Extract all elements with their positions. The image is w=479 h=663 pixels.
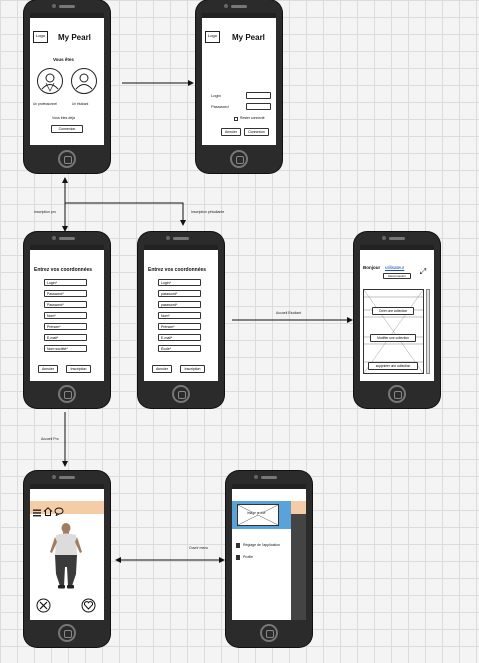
logo: Logo	[33, 31, 48, 43]
form-field-input[interactable]: Nom*	[158, 312, 201, 319]
screen-student-home: Bonjour utilisateur Déconnexion ⤢ Créer …	[360, 245, 434, 381]
phone-register-pro: Entrez vos coordonnées Login* Password* Pa…	[24, 232, 110, 408]
form-field-input[interactable]: Nom société*	[44, 345, 87, 352]
login-input[interactable]	[246, 92, 271, 99]
model-photo	[44, 522, 88, 590]
menu-item-settings[interactable]: Réglage de l'application	[243, 543, 280, 548]
home-button[interactable]	[172, 385, 190, 403]
app-title: My Pearl	[58, 33, 91, 42]
home-button[interactable]	[58, 385, 76, 403]
home-button[interactable]	[230, 150, 248, 168]
screen-home: Logo My Pearl Vous êtes Un professionnel…	[30, 13, 104, 145]
screen-register-pro: Entrez vos coordonnées Login* Password* Pa…	[30, 245, 104, 381]
label-accueil-etudiant: Accueil Etudiant	[276, 311, 302, 315]
avatar[interactable]: ⤢	[417, 266, 429, 278]
greeting: Bonjour	[363, 265, 381, 270]
profile-image-label: Image profile	[247, 511, 266, 516]
cancel-button[interactable]: Annuler	[38, 365, 58, 373]
heading: Entrez vos coordonnées	[148, 267, 207, 273]
edit-collection-button[interactable]: Modifier une collection	[370, 334, 416, 342]
form-field-input[interactable]: Password*	[44, 290, 87, 297]
phone-menu: Image profile Réglage de l'application P…	[226, 471, 312, 647]
home-button[interactable]	[388, 385, 406, 403]
pro-label: Un professionnel	[33, 102, 57, 106]
login-label: Login	[211, 93, 221, 98]
heading: Entrez vos coordonnées	[34, 267, 93, 273]
form-field-input[interactable]: password*	[158, 290, 201, 297]
cancel-button[interactable]: Annuler	[152, 365, 172, 373]
form-field-input[interactable]: password*	[158, 301, 201, 308]
underlying-page-peach	[291, 501, 306, 514]
screen-register-student: Entrez vos coordonnées Login* password* pa…	[144, 245, 218, 381]
scrollbar[interactable]	[426, 289, 430, 374]
submit-button[interactable]: Inscription	[180, 365, 205, 373]
remember-checkbox[interactable]	[234, 117, 238, 121]
student-label: Un étudiant	[72, 102, 89, 106]
already-label: Vous êtes déjà	[52, 116, 75, 120]
form-field-input[interactable]: Login*	[44, 279, 87, 286]
header-bar	[30, 501, 104, 514]
home-button[interactable]	[260, 624, 278, 642]
form-field-input[interactable]: Login*	[158, 279, 201, 286]
connect-button[interactable]: Connexion	[244, 128, 269, 136]
chat-icon[interactable]	[54, 503, 64, 517]
logo: Logo	[205, 31, 220, 43]
submit-button[interactable]: Inscription	[66, 365, 91, 373]
form-field-input[interactable]: École*	[158, 345, 201, 352]
phone-register-student: Entrez vos coordonnées Login* password* pa…	[138, 232, 224, 408]
app-title: My Pearl	[232, 33, 265, 42]
phone-login: Logo My Pearl Login Password Rester conn…	[196, 0, 282, 173]
phone-home: Logo My Pearl Vous êtes Un professionnel…	[24, 0, 110, 173]
label-inscription-pro: Inscription pro	[34, 210, 56, 214]
form-field-input[interactable]: Nom*	[44, 312, 87, 319]
delete-collection-button[interactable]: supprimer une collection	[368, 362, 418, 370]
form-field-input[interactable]: Prénom*	[158, 323, 201, 330]
cancel-button[interactable]: Annuler	[221, 128, 241, 136]
you-are-label: Vous êtes	[53, 57, 74, 62]
form-field-input[interactable]: Password*	[44, 301, 87, 308]
form-field-input[interactable]: Prénom*	[44, 323, 87, 330]
screen-login: Logo My Pearl Login Password Rester conn…	[202, 13, 276, 145]
settings-icon	[236, 543, 240, 548]
like-heart-icon[interactable]	[81, 598, 96, 613]
screen-menu: Image profile Réglage de l'application P…	[232, 484, 306, 620]
screen-pro-home	[30, 484, 104, 620]
home-button[interactable]	[58, 624, 76, 642]
menu-item-profile[interactable]: Profile	[243, 555, 253, 560]
home-button[interactable]	[58, 150, 76, 168]
form-field-input[interactable]: E-mail*	[158, 334, 201, 341]
phone-student-home: Bonjour utilisateur Déconnexion ⤢ Créer …	[354, 232, 440, 408]
create-collection-button[interactable]: Créer une collection	[372, 307, 414, 315]
label-accueil-pro: Accueil Pro	[41, 437, 59, 441]
menu-icon[interactable]	[33, 504, 41, 517]
label-inscription-etudiant: Inscription pétudiante	[191, 210, 225, 214]
home-icon[interactable]	[43, 503, 53, 516]
underlying-page-strip	[291, 501, 306, 620]
form-field-input[interactable]: E-mail*	[44, 334, 87, 341]
password-label: Password	[211, 104, 229, 109]
user-link[interactable]: utilisateur	[385, 265, 404, 271]
reject-x-icon[interactable]	[36, 598, 51, 613]
label-ouvrir-menu: Ouvrir menu	[189, 546, 209, 550]
phone-pro-home	[24, 471, 110, 647]
pro-avatar-icon[interactable]	[37, 68, 63, 94]
password-input[interactable]	[246, 103, 271, 110]
profile-button[interactable]: Déconnexion	[383, 273, 411, 279]
arrow-branch-student	[65, 202, 186, 226]
connect-button[interactable]: Connexion	[51, 125, 83, 133]
remember-label: Rester connecté	[240, 116, 265, 120]
profile-icon	[236, 555, 240, 560]
student-avatar-icon[interactable]	[71, 68, 97, 94]
